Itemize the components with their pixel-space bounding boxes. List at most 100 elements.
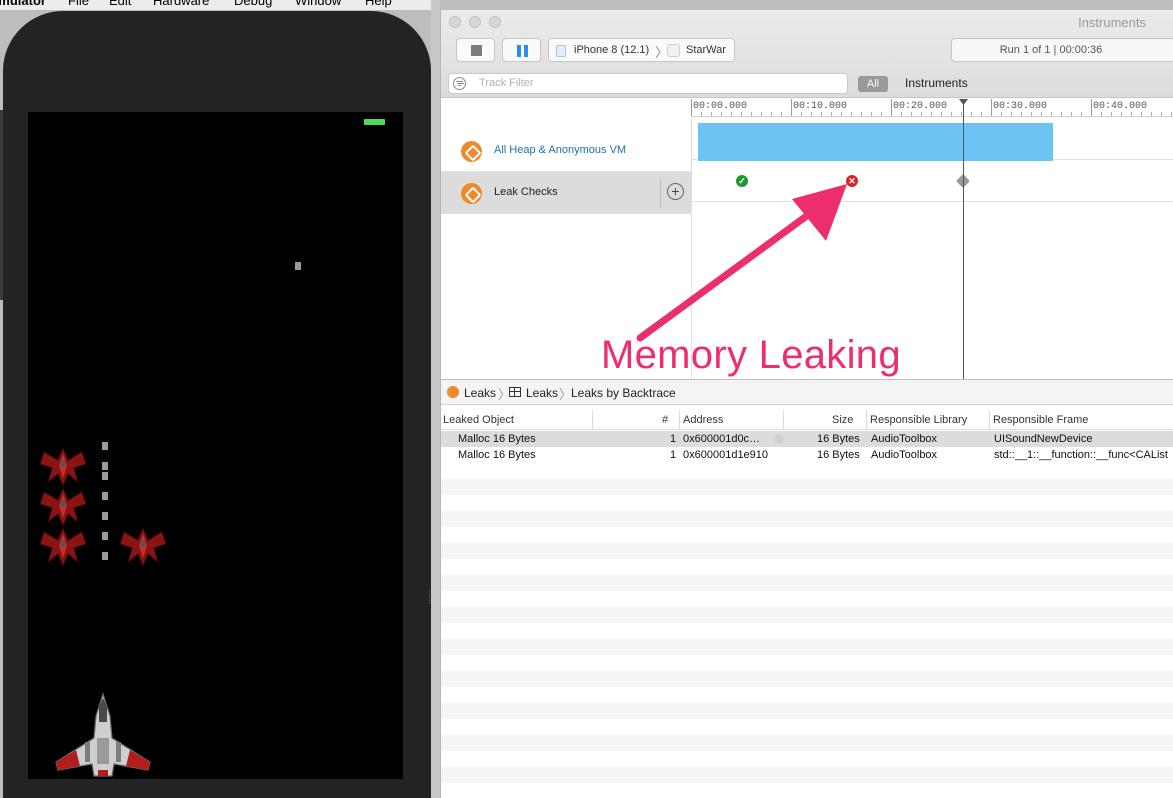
ruler-label: 00:10.000 [793, 101, 848, 112]
add-plus-icon[interactable]: + [667, 183, 684, 200]
leaks-instrument-icon [461, 183, 482, 204]
track-lane-leak-checks[interactable]: ✓ ✕ [691, 160, 1173, 202]
ruler-minor-tick [1131, 112, 1132, 116]
column-responsible-library[interactable]: Responsible Library [870, 414, 967, 428]
enemy-ship-icon [39, 486, 87, 528]
target-selector[interactable]: iPhone 8 (12.1) 〉 StarWar [548, 38, 735, 62]
simulator-screen[interactable] [28, 112, 403, 779]
ruler-major-tick [991, 99, 992, 116]
jumpbar-instrument[interactable]: Leaks [464, 386, 496, 400]
jumpbar-detail[interactable]: Leaks [526, 386, 558, 400]
menu-bar: Simulator File Edit Hardware Debug Windo… [0, 0, 440, 10]
ruler-minor-tick [1081, 112, 1082, 116]
track-header-leak-checks[interactable]: Leak Checks + [441, 172, 691, 214]
leak-check-failed-icon[interactable]: ✕ [846, 175, 858, 187]
ruler-minor-tick [921, 112, 922, 116]
ruler-minor-tick [741, 112, 742, 116]
menu-debug[interactable]: Debug [234, 0, 272, 8]
run-info[interactable]: Run 1 of 1 | 00:00:36 [951, 38, 1173, 62]
empty-row-stripe [441, 735, 1173, 751]
ruler-major-tick [891, 99, 892, 116]
jumpbar-view[interactable]: Leaks by Backtrace [571, 386, 676, 400]
track-filter-field[interactable]: Track Filter [448, 73, 848, 94]
pause-recording-button[interactable] [502, 38, 541, 62]
leaks-instrument-icon [447, 386, 459, 398]
track-header-heap[interactable]: All Heap & Anonymous VM [441, 130, 691, 172]
filter-all-button[interactable]: All [858, 76, 888, 92]
cell-library: AudioToolbox [871, 449, 938, 461]
empty-row-stripe [441, 671, 1173, 687]
heap-usage-graph [698, 123, 1053, 161]
column-responsible-frame[interactable]: Responsible Frame [993, 414, 1088, 428]
column-leaked-object[interactable]: Leaked Object [443, 414, 514, 428]
empty-row-stripe [441, 511, 1173, 527]
menu-file[interactable]: File [68, 0, 89, 8]
column-address[interactable]: Address [683, 414, 723, 428]
track-lane-heap[interactable] [691, 118, 1173, 161]
empty-row-stripe [441, 575, 1173, 591]
instruments-window: Instruments iPhone 8 (12.1) 〉 StarWar Ru… [440, 10, 1173, 798]
ruler-minor-tick [941, 112, 942, 116]
annotation-label: Memory Leaking [601, 333, 901, 377]
minimize-window-button[interactable] [469, 16, 481, 28]
ruler-minor-tick [951, 112, 952, 116]
enemy-ship-icon [39, 526, 87, 568]
ruler-minor-tick [1141, 112, 1142, 116]
ruler-minor-tick [1001, 112, 1002, 116]
ruler-minor-tick [821, 112, 822, 116]
table-icon [509, 387, 521, 397]
table-row[interactable]: Malloc 16 Bytes 1 0x600001d1e910 16 Byte… [441, 447, 1173, 463]
ruler-minor-tick [1011, 112, 1012, 116]
ruler-minor-tick [1101, 112, 1102, 116]
resize-handle-icon[interactable]: ⸽ [428, 588, 434, 604]
leak-check-ok-icon[interactable]: ✓ [736, 175, 748, 187]
ruler-label: 00:30.000 [993, 101, 1048, 112]
ruler-minor-tick [1171, 112, 1172, 116]
ruler-label: 00:00.000 [693, 101, 748, 112]
projectile [102, 552, 108, 560]
app-icon [667, 44, 680, 57]
column-count[interactable]: # [662, 414, 668, 428]
ruler-major-tick [791, 99, 792, 116]
stop-recording-button[interactable] [456, 38, 495, 62]
ruler-major-tick [1091, 99, 1092, 116]
ruler-minor-tick [781, 112, 782, 116]
menu-edit[interactable]: Edit [109, 0, 131, 8]
time-ruler[interactable]: 00:00.000 00:10.000 00:20.000 00:30.000 … [691, 99, 1173, 117]
ruler-minor-tick [871, 112, 872, 116]
empty-row-stripe [441, 607, 1173, 623]
cell-count: 1 [670, 449, 677, 461]
ruler-minor-tick [961, 112, 962, 116]
playhead[interactable] [963, 99, 964, 379]
ruler-minor-tick [1121, 112, 1122, 116]
battery-icon [364, 119, 385, 125]
zoom-window-button[interactable] [489, 16, 501, 28]
ruler-minor-tick [1021, 112, 1022, 116]
ruler-minor-tick [731, 112, 732, 116]
column-size[interactable]: Size [832, 414, 853, 428]
empty-row-stripe [441, 703, 1173, 719]
go-to-arrow-icon[interactable] [774, 434, 784, 444]
filter-icon [453, 77, 466, 90]
table-row[interactable]: Malloc 16 Bytes 1 0x600001d0c… 16 Bytes … [441, 431, 1173, 447]
menu-window[interactable]: Window [295, 0, 341, 8]
close-window-button[interactable] [449, 16, 461, 28]
ruler-minor-tick [901, 112, 902, 116]
track-filter-placeholder: Track Filter [479, 77, 534, 89]
cell-address: 0x600001d0c… [683, 433, 761, 445]
ruler-minor-tick [801, 112, 802, 116]
ruler-label: 00:20.000 [893, 101, 948, 112]
cell-size: 16 Bytes [817, 433, 860, 445]
menu-hardware[interactable]: Hardware [153, 0, 209, 8]
ruler-minor-tick [721, 112, 722, 116]
ruler-minor-tick [811, 112, 812, 116]
ruler-minor-tick [1151, 112, 1152, 116]
ruler-minor-tick [931, 112, 932, 116]
ruler-minor-tick [971, 112, 972, 116]
ruler-minor-tick [881, 112, 882, 116]
ruler-minor-tick [1031, 112, 1032, 116]
menu-help[interactable]: Help [365, 0, 392, 8]
menu-app-name[interactable]: Simulator [0, 0, 46, 8]
filter-instruments-button[interactable]: Instruments [905, 76, 968, 90]
projectile [102, 442, 108, 450]
